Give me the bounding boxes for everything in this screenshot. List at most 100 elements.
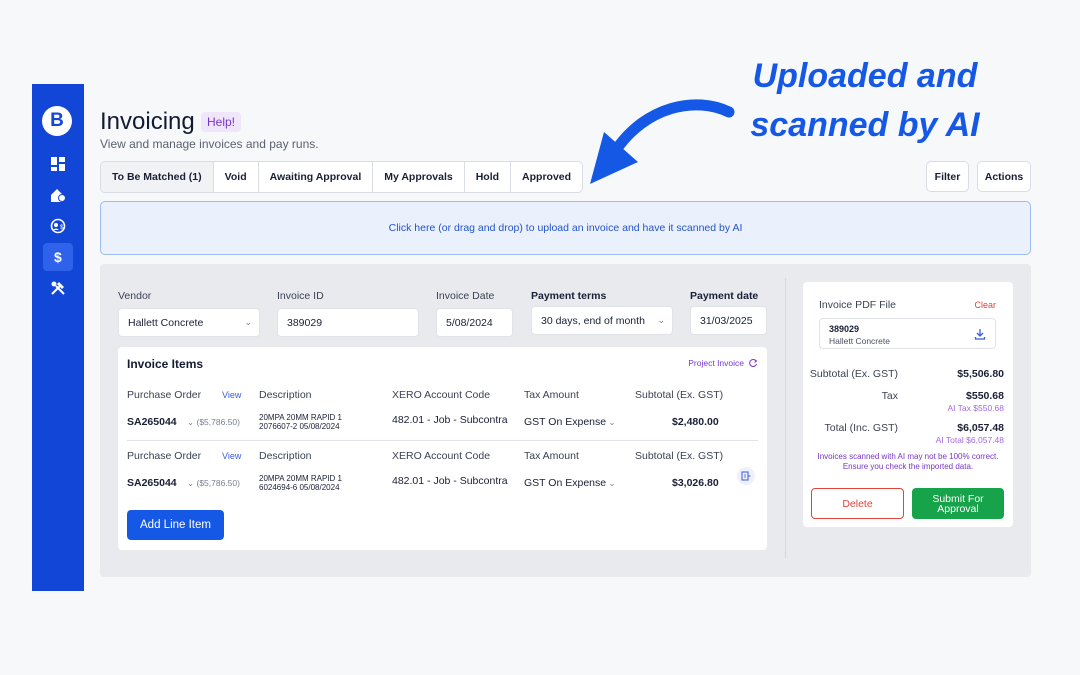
svg-text:$: $ — [54, 249, 62, 265]
sidebar: B $ $ — [32, 84, 84, 591]
ai-total-value: AI Total $6,057.48 — [935, 435, 1004, 445]
delete-button[interactable]: Delete — [811, 488, 904, 519]
description-line-2: 2076607-2 05/08/2024 — [259, 422, 340, 431]
tab-hold[interactable]: Hold — [465, 162, 512, 192]
dashboard-icon[interactable] — [43, 150, 73, 178]
project-invoice-label: Project Invoice — [688, 358, 744, 368]
chevron-down-icon: ⌄ — [244, 317, 252, 327]
description-line-1: 20MPA 20MM RAPID 1 — [259, 474, 342, 483]
arrow-icon — [590, 99, 735, 184]
tax-value: GST On Expense — [524, 477, 607, 489]
col-tax-amount: Tax Amount — [524, 389, 579, 401]
line-description: 20MPA 20MM RAPID 1 6024694-6 05/08/2024 — [259, 474, 342, 492]
total-label: Total (Inc. GST) — [824, 422, 898, 434]
tools-icon[interactable] — [43, 274, 73, 302]
document-icon[interactable] — [737, 467, 755, 485]
vendor-label: Vendor — [118, 290, 152, 302]
subtotal-value: $2,480.00 — [672, 416, 719, 428]
line-description: 20MPA 20MM RAPID 1 2076607-2 05/08/2024 — [259, 413, 342, 431]
annotation-line-2: scanned by AI — [750, 106, 980, 144]
row-divider — [127, 440, 758, 441]
col-subtotal: Subtotal (Ex. GST) — [635, 389, 724, 401]
download-icon[interactable] — [974, 328, 986, 340]
po-select[interactable]: SA265044 — [127, 416, 177, 428]
clear-button[interactable]: Clear — [974, 300, 996, 310]
subtotal-label: Subtotal (Ex. GST) — [809, 368, 898, 380]
submit-for-approval-button[interactable]: Submit For Approval — [912, 488, 1004, 519]
annotation-text: Uploaded and scanned by AI — [740, 52, 990, 150]
chevron-down-icon: ⌄ — [657, 315, 665, 325]
tax-select[interactable]: GST On Expense ⌄ — [524, 477, 616, 489]
logo-letter: B — [50, 110, 64, 131]
actions-button[interactable]: Actions — [977, 161, 1031, 192]
description-line-2: 6024694-6 05/08/2024 — [259, 483, 340, 492]
po-amount: ⌄ ($5,786.50) — [187, 417, 240, 427]
subtotal-value: $3,026.80 — [672, 477, 719, 489]
page-subtitle: View and manage invoices and pay runs. — [100, 137, 319, 151]
po-select[interactable]: SA265044 — [127, 477, 177, 489]
tab-void[interactable]: Void — [214, 162, 259, 192]
col-tax-amount: Tax Amount — [524, 450, 579, 462]
panel-divider — [785, 278, 786, 558]
col-purchase-order: Purchase Order — [127, 450, 202, 462]
vendor-select[interactable]: Hallett Concrete ⌄ — [118, 308, 260, 337]
xero-account-field[interactable]: 482.01 - Job - Subcontra — [392, 475, 508, 487]
page-title: Invoicing — [100, 108, 195, 135]
pdf-file-item[interactable]: 389029 Hallett Concrete — [819, 318, 996, 349]
add-line-item-button[interactable]: Add Line Item — [127, 510, 224, 540]
tax-value: GST On Expense — [524, 416, 607, 428]
pdf-file-id: 389029 — [829, 324, 860, 334]
po-amount: ⌄ ($5,786.50) — [187, 478, 240, 488]
payment-terms-label: Payment terms — [531, 290, 607, 302]
ai-warning-text: Invoices scanned with AI may not be 100%… — [817, 452, 999, 471]
subtotal-total: $5,506.80 — [957, 368, 1004, 380]
col-purchase-order: Purchase Order — [127, 389, 202, 401]
col-subtotal: Subtotal (Ex. GST) — [635, 450, 724, 462]
ai-tax-value: AI Tax $550.68 — [947, 403, 1004, 413]
tax-total: $550.68 — [966, 390, 1004, 402]
grand-total: $6,057.48 — [957, 422, 1004, 434]
view-po-link[interactable]: View — [222, 390, 241, 400]
po-amount-value: ($5,786.50) — [196, 478, 240, 488]
user-circle-icon[interactable]: $ — [43, 212, 73, 240]
tab-approved[interactable]: Approved — [511, 162, 582, 192]
status-tabs: To Be Matched (1) Void Awaiting Approval… — [100, 161, 584, 193]
brand-logo[interactable]: B — [42, 106, 72, 136]
invoice-id-field[interactable]: 389029 — [277, 308, 419, 337]
col-xero-account: XERO Account Code — [392, 389, 491, 401]
invoice-items-title: Invoice Items — [127, 357, 204, 371]
help-button[interactable]: Help! — [201, 112, 242, 132]
tab-awaiting-approval[interactable]: Awaiting Approval — [259, 162, 374, 192]
xero-account-field[interactable]: 482.01 - Job - Subcontra — [392, 414, 508, 426]
po-amount-value: ($5,786.50) — [196, 417, 240, 427]
payment-date-field[interactable]: 31/03/2025 — [690, 306, 767, 335]
invoice-items-card: Invoice Items Project Invoice Purchase O… — [118, 347, 767, 550]
refresh-icon — [749, 359, 758, 368]
upload-dropzone[interactable]: Click here (or drag and drop) to upload … — [100, 201, 1031, 255]
chevron-down-icon: ⌄ — [606, 478, 616, 488]
tax-label: Tax — [881, 390, 898, 402]
invoice-date-field[interactable]: 5/08/2024 — [436, 308, 513, 337]
payment-terms-select[interactable]: 30 days, end of month ⌄ — [531, 306, 673, 335]
payment-terms-value: 30 days, end of month — [541, 314, 645, 327]
tab-to-be-matched[interactable]: To Be Matched (1) — [101, 162, 214, 192]
tax-select[interactable]: GST On Expense ⌄ — [524, 416, 616, 428]
col-description: Description — [259, 450, 312, 462]
invoice-date-label: Invoice Date — [436, 290, 495, 302]
filter-button[interactable]: Filter — [926, 161, 969, 192]
col-description: Description — [259, 389, 312, 401]
vendor-value: Hallett Concrete — [128, 316, 204, 329]
view-po-link[interactable]: View — [222, 451, 241, 461]
description-line-1: 20MPA 20MM RAPID 1 — [259, 413, 342, 422]
tab-my-approvals[interactable]: My Approvals — [373, 162, 465, 192]
pdf-file-vendor: Hallett Concrete — [829, 336, 890, 346]
annotation-line-1: Uploaded and — [752, 57, 978, 95]
house-dollar-icon[interactable] — [43, 181, 73, 209]
project-invoice-link[interactable]: Project Invoice — [688, 358, 758, 368]
dollar-icon[interactable]: $ — [43, 243, 73, 271]
payment-date-label: Payment date — [690, 290, 759, 302]
chevron-down-icon: ⌄ — [606, 417, 616, 427]
pdf-file-title: Invoice PDF File — [819, 299, 897, 311]
col-xero-account: XERO Account Code — [392, 450, 491, 462]
invoice-id-label: Invoice ID — [277, 290, 324, 302]
